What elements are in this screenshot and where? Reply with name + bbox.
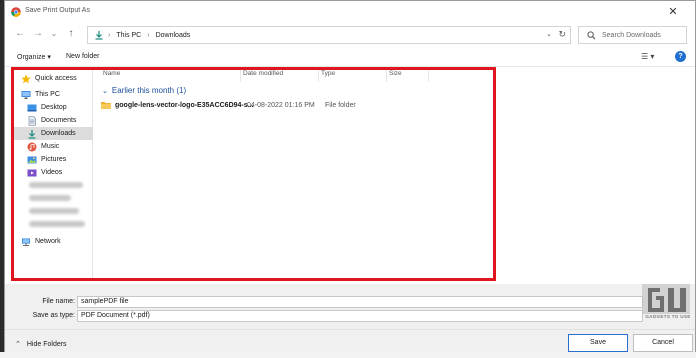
group-header-label: Earlier this month (1) [111, 86, 187, 95]
column-header-type[interactable]: Type [321, 70, 335, 77]
column-divider[interactable] [318, 68, 319, 82]
sidebar-item-videos[interactable]: Videos [27, 166, 62, 179]
navigation-bar: ← → ⌄ ↑ › This PC › Downloads ⌄ ↻ Search… [5, 24, 695, 46]
file-name-input[interactable]: samplePDF file [77, 296, 643, 308]
music-icon [27, 142, 37, 151]
navigation-pane: Quick access This PC Desktop Documents D… [5, 68, 93, 280]
watermark-tagline: GADGETS TO USE [645, 314, 691, 319]
help-button[interactable]: ? [675, 51, 686, 62]
search-box[interactable]: Search Downloads [578, 26, 687, 44]
sidebar-item-label: Music [41, 143, 60, 150]
star-icon [21, 74, 31, 83]
column-divider[interactable] [428, 68, 429, 82]
column-divider[interactable] [386, 68, 387, 82]
network-icon [22, 238, 30, 246]
sidebar-item-quick-access[interactable]: Quick access [21, 72, 77, 85]
column-header-size[interactable]: Size [389, 70, 402, 77]
breadcrumb-this-pc[interactable]: This PC [116, 32, 141, 39]
sidebar-item-downloads[interactable]: Downloads [13, 127, 93, 140]
chrome-app-icon [11, 7, 21, 17]
sidebar-item-label: This PC [35, 91, 60, 98]
up-button[interactable]: ↑ [64, 27, 78, 41]
column-divider[interactable] [240, 68, 241, 82]
breadcrumb-separator: › [108, 31, 111, 39]
sidebar-item-music[interactable]: Music [27, 140, 59, 153]
redacted-item [29, 208, 79, 214]
chevron-up-icon: ⌃ [15, 341, 21, 348]
sidebar-item-label: Videos [41, 169, 63, 176]
forward-button[interactable]: → [31, 27, 45, 41]
search-icon [587, 30, 596, 39]
hide-folders-button[interactable]: ⌃ Hide Folders [15, 340, 67, 349]
save-button[interactable]: Save [568, 334, 628, 352]
redacted-item [29, 221, 85, 227]
address-bar[interactable]: › This PC › Downloads ⌄ ↻ [87, 26, 571, 44]
file-list: Name Date modified Type Size ⌄ Earlier t… [94, 68, 696, 280]
chevron-down-icon: ⌄ [102, 87, 108, 95]
sidebar-item-documents[interactable]: Documents [27, 114, 76, 127]
sidebar-item-desktop[interactable]: Desktop [27, 101, 67, 114]
breadcrumb-downloads[interactable]: Downloads [156, 32, 191, 39]
sidebar-item-label: Desktop [41, 104, 67, 111]
organize-button[interactable]: Organize ▾ [17, 53, 51, 61]
save-form: File name: samplePDF file Save as type: … [5, 284, 695, 329]
address-dropdown-icon[interactable]: ⌄ [546, 30, 552, 38]
gadgets-to-use-logo [642, 284, 690, 314]
sidebar-item-label: Quick access [35, 75, 77, 82]
computer-icon [21, 90, 31, 99]
view-options-button[interactable]: ☰ ▾ [641, 52, 654, 61]
sidebar-item-label: Pictures [41, 156, 67, 163]
hide-folders-label: Hide Folders [26, 340, 67, 348]
column-header-date-modified[interactable]: Date modified [243, 70, 283, 77]
sidebar-item-network[interactable]: Network [21, 235, 61, 248]
close-button[interactable]: ✕ [665, 4, 681, 20]
list-item[interactable]: google-lens-vector-logo-E35ACC6D94-s... … [101, 99, 381, 111]
recent-locations-button[interactable]: ⌄ [47, 27, 61, 41]
search-input[interactable]: Search Downloads [602, 32, 661, 39]
save-as-type-select[interactable]: PDF Document (*.pdf) [77, 310, 643, 322]
redacted-item [29, 195, 71, 201]
column-header-name[interactable]: Name [103, 70, 120, 77]
cancel-button[interactable]: Cancel [633, 334, 693, 352]
sidebar-item-label: Downloads [41, 130, 76, 137]
download-icon [95, 31, 103, 40]
videos-icon [27, 169, 37, 176]
file-type: File folder [325, 101, 356, 109]
breadcrumb-separator: › [147, 31, 150, 39]
folder-icon [101, 102, 111, 109]
desktop-icon [27, 104, 37, 111]
file-date-modified: 04-08-2022 01:16 PM [247, 101, 315, 109]
sidebar-item-label: Documents [41, 117, 77, 124]
file-name: google-lens-vector-logo-E35ACC6D94-s... [115, 101, 254, 109]
pictures-icon [27, 156, 37, 163]
title-bar: Save Print Output As ✕ [5, 1, 695, 23]
sidebar-item-pictures[interactable]: Pictures [27, 153, 66, 166]
window-title: Save Print Output As [25, 7, 90, 14]
group-header[interactable]: ⌄ Earlier this month (1) [102, 86, 186, 95]
download-icon [28, 129, 36, 139]
documents-icon [28, 115, 36, 126]
save-as-type-label: Save as type: [32, 312, 75, 319]
redacted-item [29, 182, 83, 188]
screen-edge [0, 352, 696, 358]
command-bar: Organize ▾ New folder ☰ ▾ ? [5, 49, 695, 67]
back-button[interactable]: ← [13, 27, 27, 41]
refresh-icon[interactable]: ↻ [558, 29, 566, 40]
sidebar-item-label: Network [35, 238, 61, 245]
file-name-label: File name: [42, 298, 75, 305]
save-dialog: Save Print Output As ✕ ← → ⌄ ↑ › This PC… [4, 0, 696, 358]
sidebar-item-this-pc[interactable]: This PC [21, 88, 60, 101]
new-folder-button[interactable]: New folder [66, 53, 99, 60]
